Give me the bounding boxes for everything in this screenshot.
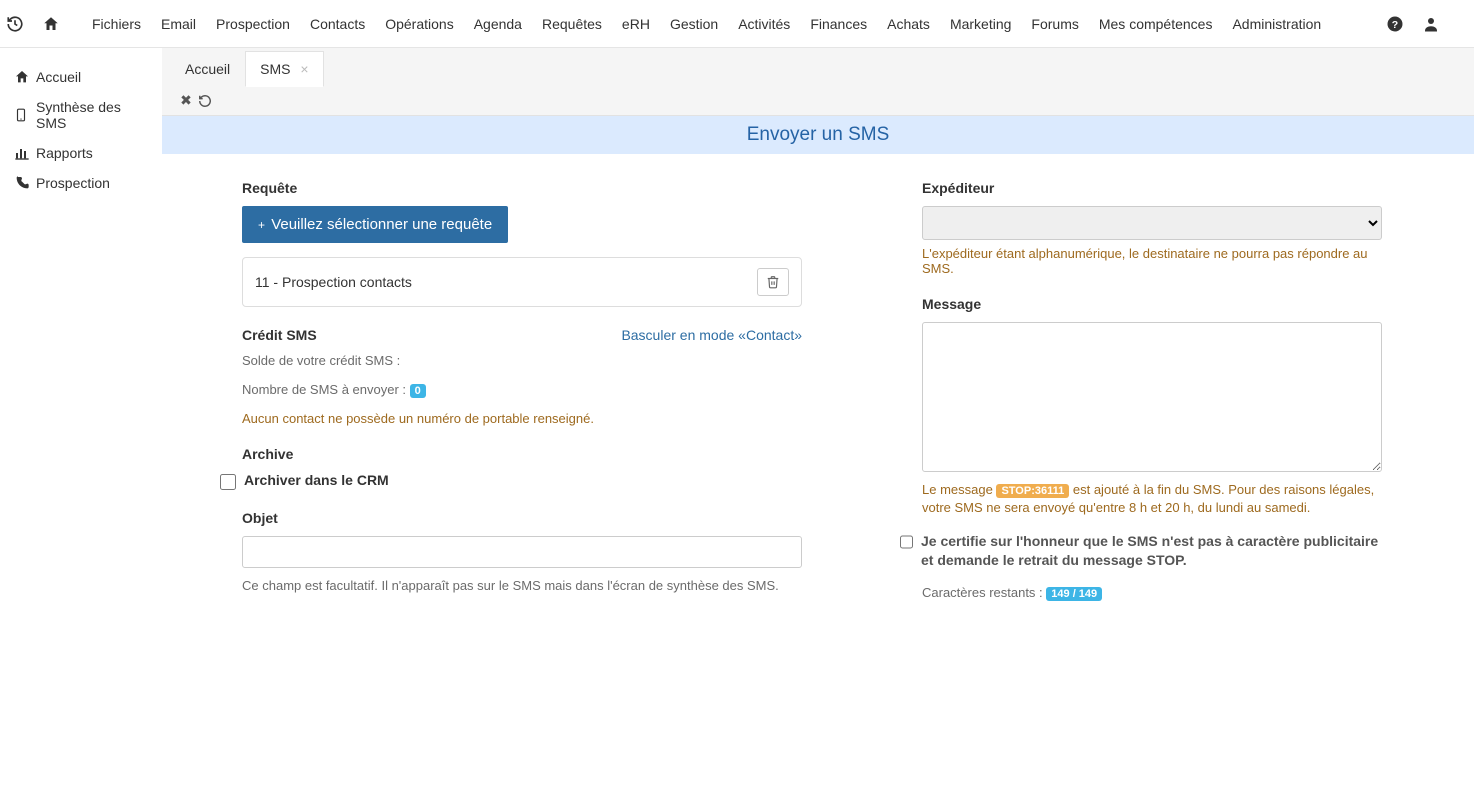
nav-finances[interactable]: Finances bbox=[800, 0, 877, 48]
left-column: Requête + Veuillez sélectionner une requ… bbox=[242, 174, 802, 600]
objet-label: Objet bbox=[242, 510, 802, 526]
mobile-icon bbox=[14, 107, 36, 123]
stop-help-prefix: Le message bbox=[922, 482, 993, 497]
button-label: Veuillez sélectionner une requête bbox=[271, 216, 492, 233]
nav-competences[interactable]: Mes compétences bbox=[1089, 0, 1223, 48]
expediteur-label: Expéditeur bbox=[922, 180, 1382, 196]
home-icon bbox=[14, 69, 36, 85]
tabbar: Accueil SMS × ✖ bbox=[162, 48, 1474, 116]
history-icon[interactable] bbox=[6, 15, 42, 33]
tab-accueil[interactable]: Accueil bbox=[170, 51, 245, 87]
sidebar-item-label: Prospection bbox=[36, 175, 110, 191]
query-item-label: 11 - Prospection contacts bbox=[255, 274, 412, 290]
tab-label: SMS bbox=[260, 61, 290, 77]
page-title: Envoyer un SMS bbox=[162, 116, 1474, 154]
nav-marketing[interactable]: Marketing bbox=[940, 0, 1021, 48]
right-column: Expéditeur L'expéditeur étant alphanumér… bbox=[922, 174, 1382, 600]
nav-fichiers[interactable]: Fichiers bbox=[82, 0, 151, 48]
nav-achats[interactable]: Achats bbox=[877, 0, 940, 48]
chars-label: Caractères restants : bbox=[922, 585, 1043, 600]
top-nav: Fichiers Email Prospection Contacts Opér… bbox=[0, 0, 1474, 48]
nav-forums[interactable]: Forums bbox=[1021, 0, 1088, 48]
expediteur-help: L'expéditeur étant alphanumérique, le de… bbox=[922, 246, 1382, 276]
sidebar-item-rapports[interactable]: Rapports bbox=[0, 138, 162, 168]
balance-label: Solde de votre crédit SMS : bbox=[242, 353, 802, 368]
select-query-button[interactable]: + Veuillez sélectionner une requête bbox=[242, 206, 508, 243]
stop-help: Le message STOP:36111 est ajouté à la fi… bbox=[922, 481, 1382, 518]
nav-contacts[interactable]: Contacts bbox=[300, 0, 375, 48]
top-nav-right: ? bbox=[1386, 15, 1468, 33]
credit-heading: Crédit SMS bbox=[242, 327, 317, 343]
sidebar-item-prospection[interactable]: Prospection bbox=[0, 168, 162, 198]
cancel-icon[interactable]: ✖ bbox=[174, 92, 198, 109]
message-textarea[interactable] bbox=[922, 322, 1382, 472]
top-nav-left: Fichiers Email Prospection Contacts Opér… bbox=[6, 0, 1331, 48]
main: Accueil SMS × ✖ Envoyer un SMS Requête bbox=[162, 48, 1474, 620]
requete-label: Requête bbox=[242, 180, 802, 196]
nav-administration[interactable]: Administration bbox=[1222, 0, 1331, 48]
tab-label: Accueil bbox=[185, 61, 230, 77]
trash-icon bbox=[766, 275, 780, 289]
sms-count-row: Nombre de SMS à envoyer : 0 bbox=[242, 382, 802, 397]
sidebar-item-label: Accueil bbox=[36, 69, 81, 85]
nav-prospection[interactable]: Prospection bbox=[206, 0, 300, 48]
form-area: Requête + Veuillez sélectionner une requ… bbox=[162, 154, 1474, 620]
nav-erh[interactable]: eRH bbox=[612, 0, 660, 48]
objet-input[interactable] bbox=[242, 536, 802, 568]
tab-sms[interactable]: SMS × bbox=[245, 51, 323, 87]
user-icon[interactable] bbox=[1422, 15, 1458, 33]
sidebar: Accueil Synthèse des SMS Rapports Prospe… bbox=[0, 48, 162, 620]
delete-query-button[interactable] bbox=[757, 268, 789, 296]
message-label: Message bbox=[922, 296, 1382, 312]
refresh-icon[interactable] bbox=[198, 94, 222, 108]
plus-icon: + bbox=[258, 218, 265, 232]
expediteur-select[interactable] bbox=[922, 206, 1382, 240]
no-mobile-warning: Aucun contact ne possède un numéro de po… bbox=[242, 411, 802, 426]
help-icon[interactable]: ? bbox=[1386, 15, 1422, 33]
phone-icon bbox=[14, 175, 36, 191]
sidebar-item-label: Rapports bbox=[36, 145, 93, 161]
sidebar-item-label: Synthèse des SMS bbox=[36, 99, 148, 131]
home-icon[interactable] bbox=[42, 15, 78, 33]
sidebar-item-synthese[interactable]: Synthèse des SMS bbox=[0, 92, 162, 138]
sidebar-item-accueil[interactable]: Accueil bbox=[0, 62, 162, 92]
nav-activites[interactable]: Activités bbox=[728, 0, 800, 48]
objet-help: Ce champ est facultatif. Il n'apparaît p… bbox=[242, 578, 802, 593]
certify-checkbox[interactable] bbox=[900, 534, 913, 550]
nav-requetes[interactable]: Requêtes bbox=[532, 0, 612, 48]
sms-count-badge: 0 bbox=[410, 384, 426, 398]
sms-count-label: Nombre de SMS à envoyer : bbox=[242, 382, 406, 397]
tab-tools: ✖ bbox=[170, 86, 1474, 115]
nav-agenda[interactable]: Agenda bbox=[464, 0, 532, 48]
chart-bar-icon bbox=[14, 145, 36, 161]
query-item-row: 11 - Prospection contacts bbox=[242, 257, 802, 307]
certify-checkbox-label: Je certifie sur l'honneur que le SMS n'e… bbox=[921, 532, 1382, 571]
archive-heading: Archive bbox=[242, 446, 802, 462]
close-icon[interactable]: × bbox=[300, 61, 308, 77]
chars-remaining-row: Caractères restants : 149 / 149 bbox=[922, 585, 1382, 600]
top-nav-menu: Fichiers Email Prospection Contacts Opér… bbox=[82, 0, 1331, 48]
nav-operations[interactable]: Opérations bbox=[375, 0, 463, 48]
nav-email[interactable]: Email bbox=[151, 0, 206, 48]
archive-checkbox-label: Archiver dans le CRM bbox=[244, 472, 389, 488]
chars-badge: 149 / 149 bbox=[1046, 587, 1102, 601]
svg-text:?: ? bbox=[1392, 18, 1398, 30]
tabs-row: Accueil SMS × bbox=[170, 48, 1474, 86]
nav-gestion[interactable]: Gestion bbox=[660, 0, 728, 48]
contact-mode-link[interactable]: Basculer en mode «Contact» bbox=[621, 327, 802, 343]
archive-checkbox[interactable] bbox=[220, 474, 236, 490]
stop-badge: STOP:36111 bbox=[996, 484, 1069, 498]
